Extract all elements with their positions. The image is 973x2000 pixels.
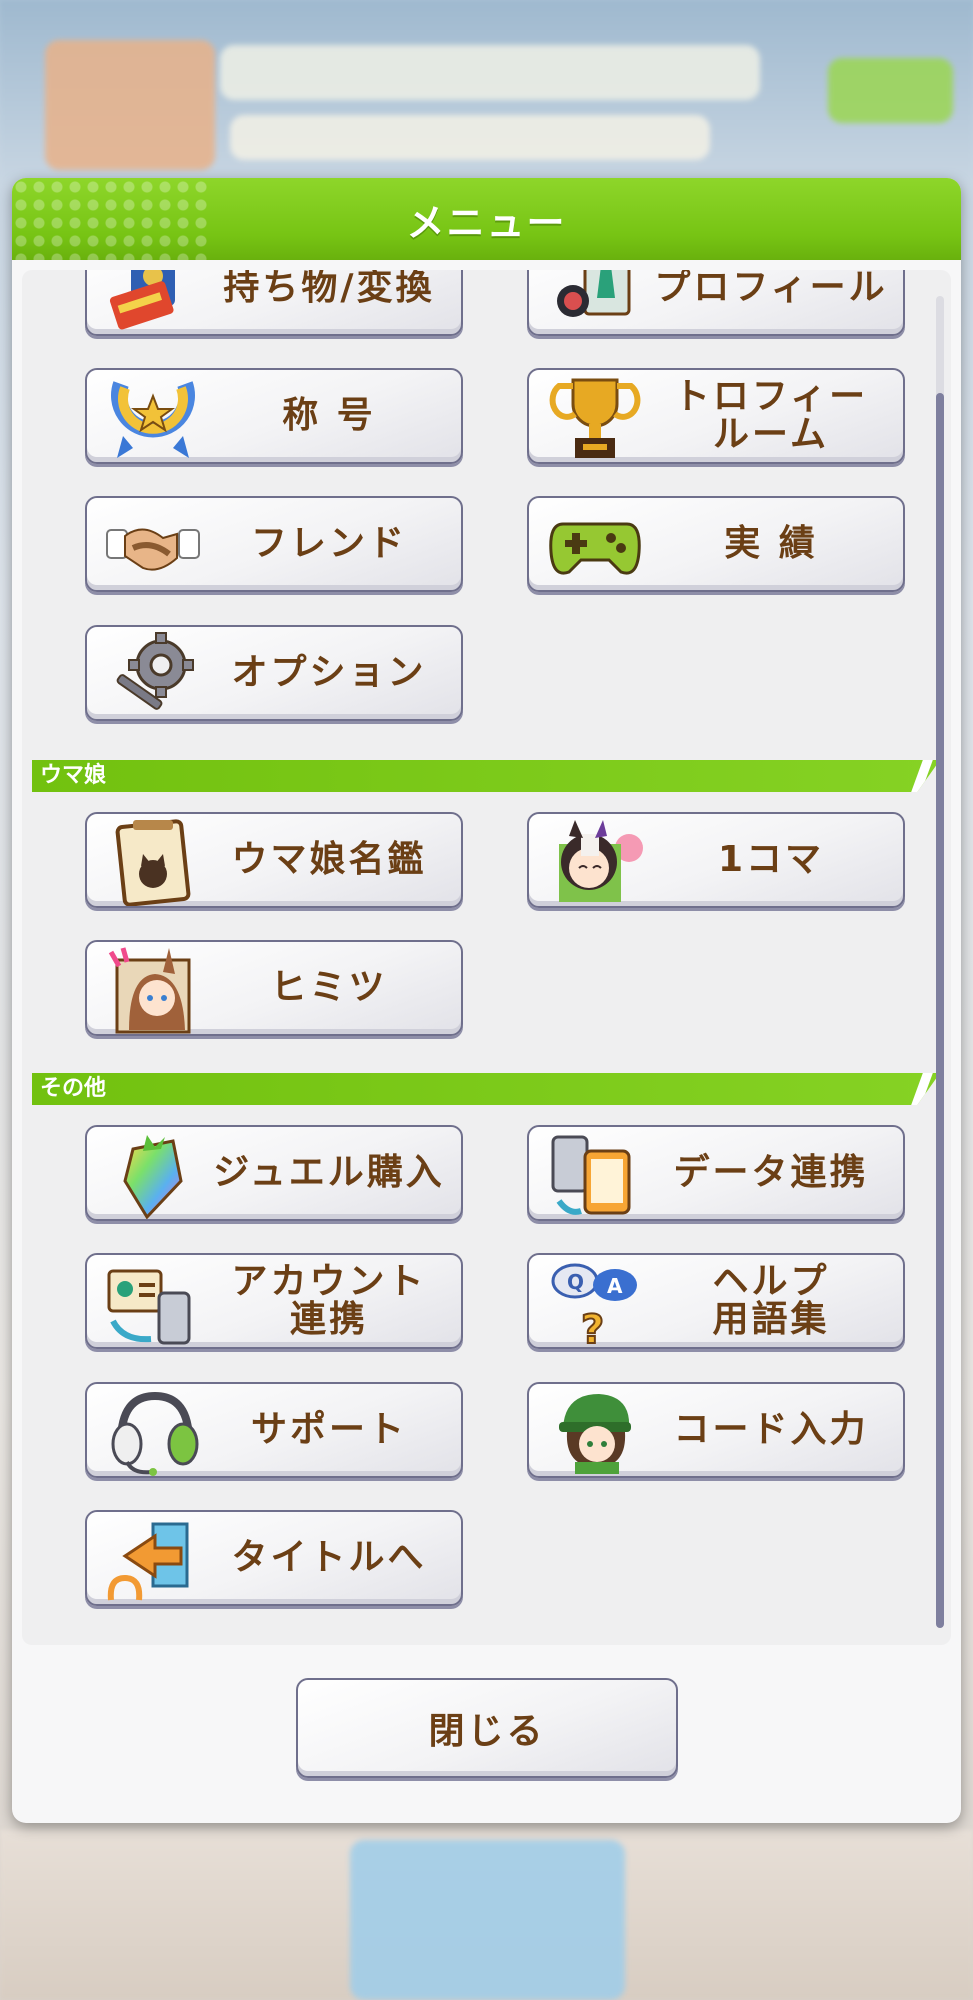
one-koma-label: 1コマ xyxy=(717,839,825,880)
achievements-label: 実 績 xyxy=(724,523,818,564)
profile-card-icon xyxy=(541,270,649,334)
background-green-button xyxy=(828,58,953,123)
clipboard-icon xyxy=(99,818,207,906)
options-label: オプション xyxy=(231,652,427,693)
section-title-uma: ウマ娘 xyxy=(40,763,107,788)
headset-icon xyxy=(99,1388,207,1476)
data-link-phones-icon xyxy=(541,1131,649,1219)
achievements-button[interactable]: 実 績 xyxy=(527,496,905,592)
friend-label: フレンド xyxy=(250,523,407,564)
one-koma-button[interactable]: 1コマ xyxy=(527,812,905,908)
secret-button[interactable]: ヒミツ xyxy=(85,940,463,1036)
character-secret-icon xyxy=(99,946,207,1034)
options-button[interactable]: オプション xyxy=(85,625,463,721)
data-link-button[interactable]: データ連携 xyxy=(527,1125,905,1221)
handshake-icon xyxy=(99,502,207,590)
background-resource-bar xyxy=(220,45,760,100)
exit-door-icon xyxy=(99,1516,207,1604)
trophy-room-button[interactable]: トロフィー ルーム xyxy=(527,368,905,464)
help-qa-icon: Q A? xyxy=(541,1259,649,1347)
friend-button[interactable]: フレンド xyxy=(85,496,463,592)
profile-label: プロフィール xyxy=(654,270,888,308)
title-button[interactable]: 称 号 xyxy=(85,368,463,464)
section-header-other: その他 xyxy=(32,1073,940,1105)
background-nav-center xyxy=(350,1840,625,2000)
trophy-icon xyxy=(541,374,649,462)
horseshoe-badge-icon xyxy=(99,374,207,462)
back-to-title-label: タイトルへ xyxy=(231,1537,427,1578)
help-glossary-label: ヘルプ 用語集 xyxy=(712,1261,830,1340)
account-link-label: アカウント 連携 xyxy=(231,1261,427,1340)
scrollbar-thumb[interactable] xyxy=(936,393,944,1628)
trophy-room-label: トロフィー ルーム xyxy=(673,376,869,455)
passport-ticket-icon xyxy=(99,270,207,334)
gamepad-icon xyxy=(541,502,649,590)
back-to-title-button[interactable]: タイトルへ xyxy=(85,1510,463,1606)
close-label: 閉じる xyxy=(428,1711,546,1752)
jewel-icon xyxy=(99,1131,207,1219)
data-link-label: データ連携 xyxy=(673,1152,869,1193)
background-banner xyxy=(45,40,215,170)
section-stripe xyxy=(911,1073,933,1105)
menu-dialog: メニュー 持ち物/変換 プロフィール 称 号 トロフィー ルーム フレンド 実 … xyxy=(12,178,961,1823)
support-button[interactable]: サポート xyxy=(85,1382,463,1478)
menu-scroll-area[interactable]: 持ち物/変換 プロフィール 称 号 トロフィー ルーム フレンド 実 績 オプシ… xyxy=(22,270,951,1645)
section-stripe xyxy=(911,760,933,792)
character-code-icon xyxy=(541,1388,649,1476)
secret-label: ヒミツ xyxy=(270,967,388,1008)
gear-wrench-icon xyxy=(99,631,207,719)
support-label: サポート xyxy=(250,1409,407,1450)
svg-text:A: A xyxy=(607,1274,623,1298)
svg-text:Q: Q xyxy=(567,1270,584,1294)
belongings-exchange-button[interactable]: 持ち物/変換 xyxy=(85,270,463,336)
jewel-purchase-label: ジュエル購入 xyxy=(213,1152,445,1193)
code-entry-label: コード入力 xyxy=(673,1409,869,1450)
code-entry-button[interactable]: コード入力 xyxy=(527,1382,905,1478)
dialog-title: メニュー xyxy=(406,200,567,245)
account-link-icon xyxy=(99,1259,207,1347)
background-currency-bar xyxy=(230,115,710,160)
help-glossary-button[interactable]: Q A? ヘルプ 用語集 xyxy=(527,1253,905,1349)
svg-text:?: ? xyxy=(581,1307,604,1347)
belongings-exchange-label: 持ち物/変換 xyxy=(223,270,435,308)
account-link-button[interactable]: アカウント 連携 xyxy=(85,1253,463,1349)
uma-encyclopedia-button[interactable]: ウマ娘名鑑 xyxy=(85,812,463,908)
uma-encyclopedia-label: ウマ娘名鑑 xyxy=(231,839,427,880)
character-portrait-icon xyxy=(541,818,649,906)
profile-button[interactable]: プロフィール xyxy=(527,270,905,336)
dialog-header: メニュー xyxy=(12,178,961,260)
close-button[interactable]: 閉じる xyxy=(296,1678,678,1778)
section-header-uma: ウマ娘 xyxy=(32,760,940,792)
section-title-other: その他 xyxy=(40,1076,107,1101)
title-label: 称 号 xyxy=(282,395,376,436)
jewel-purchase-button[interactable]: ジュエル購入 xyxy=(85,1125,463,1221)
header-pattern xyxy=(12,178,212,260)
